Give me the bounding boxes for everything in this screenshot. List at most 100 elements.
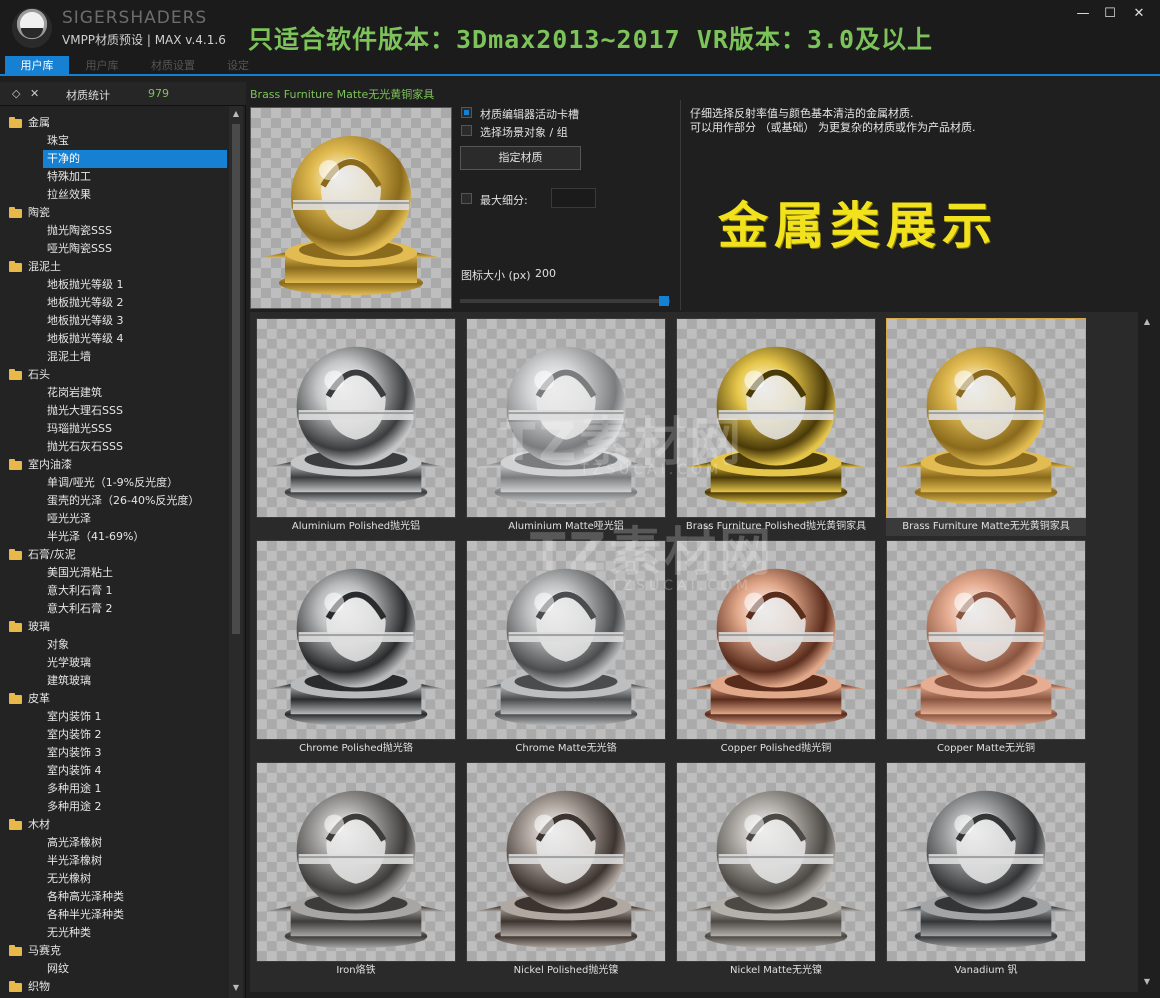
thumbnail-image[interactable] [256, 762, 456, 962]
tree-item[interactable]: 单调/哑光（1-9%反光度） [0, 474, 228, 492]
grid-scrollbar[interactable]: ▲ ▼ [1138, 312, 1156, 992]
tree-item[interactable]: 抛光石灰石SSS [0, 438, 228, 456]
tree-item[interactable]: 无光种类 [0, 924, 228, 942]
icon-size-slider-knob[interactable] [659, 296, 669, 306]
scroll-up-icon[interactable]: ▲ [231, 108, 241, 120]
tree-item[interactable]: 网纹 [0, 960, 228, 978]
version-banner: 只适合软件版本：3Dmax2013~2017 VR版本：3.0及以上 [248, 25, 934, 54]
scene-object-checkbox[interactable] [461, 125, 472, 136]
thumbnail-image[interactable] [886, 762, 1086, 962]
thumbnail-image[interactable] [466, 540, 666, 740]
tree-item[interactable]: 室内装饰 3 [0, 744, 228, 762]
grid-scroll-up-icon[interactable]: ▲ [1142, 316, 1152, 328]
tab-user-library[interactable]: 用户库 [5, 56, 69, 76]
material-thumbnail[interactable]: Copper Polished抛光铜 [676, 540, 876, 760]
tree-item[interactable]: 特殊加工 [0, 168, 228, 186]
tree-item[interactable]: 建筑玻璃 [0, 672, 228, 690]
max-subdiv-checkbox[interactable] [461, 193, 472, 204]
tree-category[interactable]: 木材 [0, 816, 228, 834]
icon-size-slider[interactable] [460, 299, 670, 303]
collapse-x-icon[interactable]: ✕ [30, 87, 39, 100]
tree-item[interactable]: 室内装饰 2 [0, 726, 228, 744]
tree-item[interactable]: 半光泽（41-69%） [0, 528, 228, 546]
sidebar-scroll-thumb[interactable] [232, 124, 240, 634]
tree-item[interactable]: 无光橡树 [0, 870, 228, 888]
tree-item[interactable]: 意大利石膏 2 [0, 600, 228, 618]
thumbnail-image[interactable] [256, 318, 456, 518]
material-thumbnail[interactable]: Vanadium 钒 [886, 762, 1086, 982]
tree-item[interactable]: 地板抛光等级 1 [0, 276, 228, 294]
max-subdiv-input[interactable] [551, 188, 596, 208]
tab-material-settings[interactable]: 材质设置 [140, 56, 206, 76]
tree-item[interactable]: 花岗岩建筑 [0, 384, 228, 402]
tree-item[interactable]: 对象 [0, 636, 228, 654]
material-thumbnail[interactable]: Brass Furniture Polished抛光黄铜家具 [676, 318, 876, 538]
tree-item-selected[interactable]: 干净的 [43, 150, 227, 168]
thumbnail-image[interactable] [886, 318, 1086, 518]
grid-scroll-down-icon[interactable]: ▼ [1142, 976, 1152, 988]
sidebar-scrollbar[interactable]: ▲ ▼ [229, 106, 243, 998]
tree-item-label: 单调/哑光（1-9%反光度） [47, 476, 179, 489]
material-thumbnail[interactable]: Iron烙铁 [256, 762, 456, 982]
thumbnail-image[interactable] [256, 540, 456, 740]
tree-category[interactable]: 金属 [0, 114, 228, 132]
tree-item[interactable]: 多种用途 1 [0, 780, 228, 798]
material-thumbnail[interactable]: Aluminium Polished抛光铝 [256, 318, 456, 538]
tree-item[interactable]: 拉丝效果 [0, 186, 228, 204]
tree-item-label: 哑光光泽 [47, 512, 91, 525]
thumbnail-image[interactable] [676, 318, 876, 518]
tree-item[interactable]: 光学玻璃 [0, 654, 228, 672]
tree-item[interactable]: 地板抛光等级 3 [0, 312, 228, 330]
tree-item[interactable]: 玛瑙抛光SSS [0, 420, 228, 438]
assign-material-button[interactable]: 指定材质 [460, 146, 581, 170]
material-thumbnail[interactable]: Brass Furniture Matte无光黄铜家具 [886, 318, 1086, 538]
expand-diamond-icon[interactable]: ◇ [12, 87, 20, 100]
thumbnail-image[interactable] [466, 318, 666, 518]
tree-category[interactable]: 马赛克 [0, 942, 228, 960]
tree-item[interactable]: 多种用途 2 [0, 798, 228, 816]
tree-category[interactable]: 石头 [0, 366, 228, 384]
tree-category[interactable]: 室内油漆 [0, 456, 228, 474]
tree-item[interactable]: 蛋壳的光泽（26-40%反光度） [0, 492, 228, 510]
minimize-icon[interactable]: — [1074, 6, 1092, 22]
scroll-down-icon[interactable]: ▼ [231, 982, 241, 994]
material-thumbnail[interactable]: Aluminium Matte哑光铝 [466, 318, 666, 538]
tree-item[interactable]: 抛光大理石SSS [0, 402, 228, 420]
tree-item[interactable]: 珠宝 [0, 132, 228, 150]
thumbnail-image[interactable] [886, 540, 1086, 740]
tab-user-library-2[interactable]: 用户库 [76, 56, 128, 76]
tree-category[interactable]: 石膏/灰泥 [0, 546, 228, 564]
maximize-icon[interactable]: ☐ [1101, 6, 1119, 22]
tree-item[interactable]: 各种高光泽种类 [0, 888, 228, 906]
tree-item[interactable]: 美国光滑粘土 [0, 564, 228, 582]
thumbnail-image[interactable] [466, 762, 666, 962]
tree-item[interactable]: 室内装饰 1 [0, 708, 228, 726]
tree-item[interactable]: 半光泽橡树 [0, 852, 228, 870]
tree-item[interactable]: 意大利石膏 1 [0, 582, 228, 600]
tab-settings[interactable]: 设定 [216, 56, 260, 76]
material-preview-image [250, 107, 452, 309]
editor-slot-checkbox[interactable] [461, 107, 472, 118]
tree-item[interactable]: 各种半光泽种类 [0, 906, 228, 924]
tree-category[interactable]: 皮革 [0, 690, 228, 708]
material-thumbnail[interactable]: Chrome Matte无光铬 [466, 540, 666, 760]
tree-item[interactable]: 高光泽橡树 [0, 834, 228, 852]
material-thumbnail[interactable]: Nickel Polished抛光镍 [466, 762, 666, 982]
tree-category[interactable]: 混泥土 [0, 258, 228, 276]
tree-item[interactable]: 地板抛光等级 2 [0, 294, 228, 312]
close-icon[interactable]: ✕ [1130, 6, 1148, 22]
thumbnail-image[interactable] [676, 762, 876, 962]
tree-item[interactable]: 地板抛光等级 4 [0, 330, 228, 348]
material-thumbnail[interactable]: Chrome Polished抛光铬 [256, 540, 456, 760]
tree-item[interactable]: 哑光光泽 [0, 510, 228, 528]
tree-item[interactable]: 混泥土墙 [0, 348, 228, 366]
tree-category[interactable]: 陶瓷 [0, 204, 228, 222]
tree-category[interactable]: 玻璃 [0, 618, 228, 636]
thumbnail-image[interactable] [676, 540, 876, 740]
tree-category[interactable]: 织物 [0, 978, 228, 996]
material-thumbnail[interactable]: Nickel Matte无光镍 [676, 762, 876, 982]
tree-item[interactable]: 室内装饰 4 [0, 762, 228, 780]
material-thumbnail[interactable]: Copper Matte无光铜 [886, 540, 1086, 760]
tree-item[interactable]: 哑光陶瓷SSS [0, 240, 228, 258]
tree-item[interactable]: 抛光陶瓷SSS [0, 222, 228, 240]
